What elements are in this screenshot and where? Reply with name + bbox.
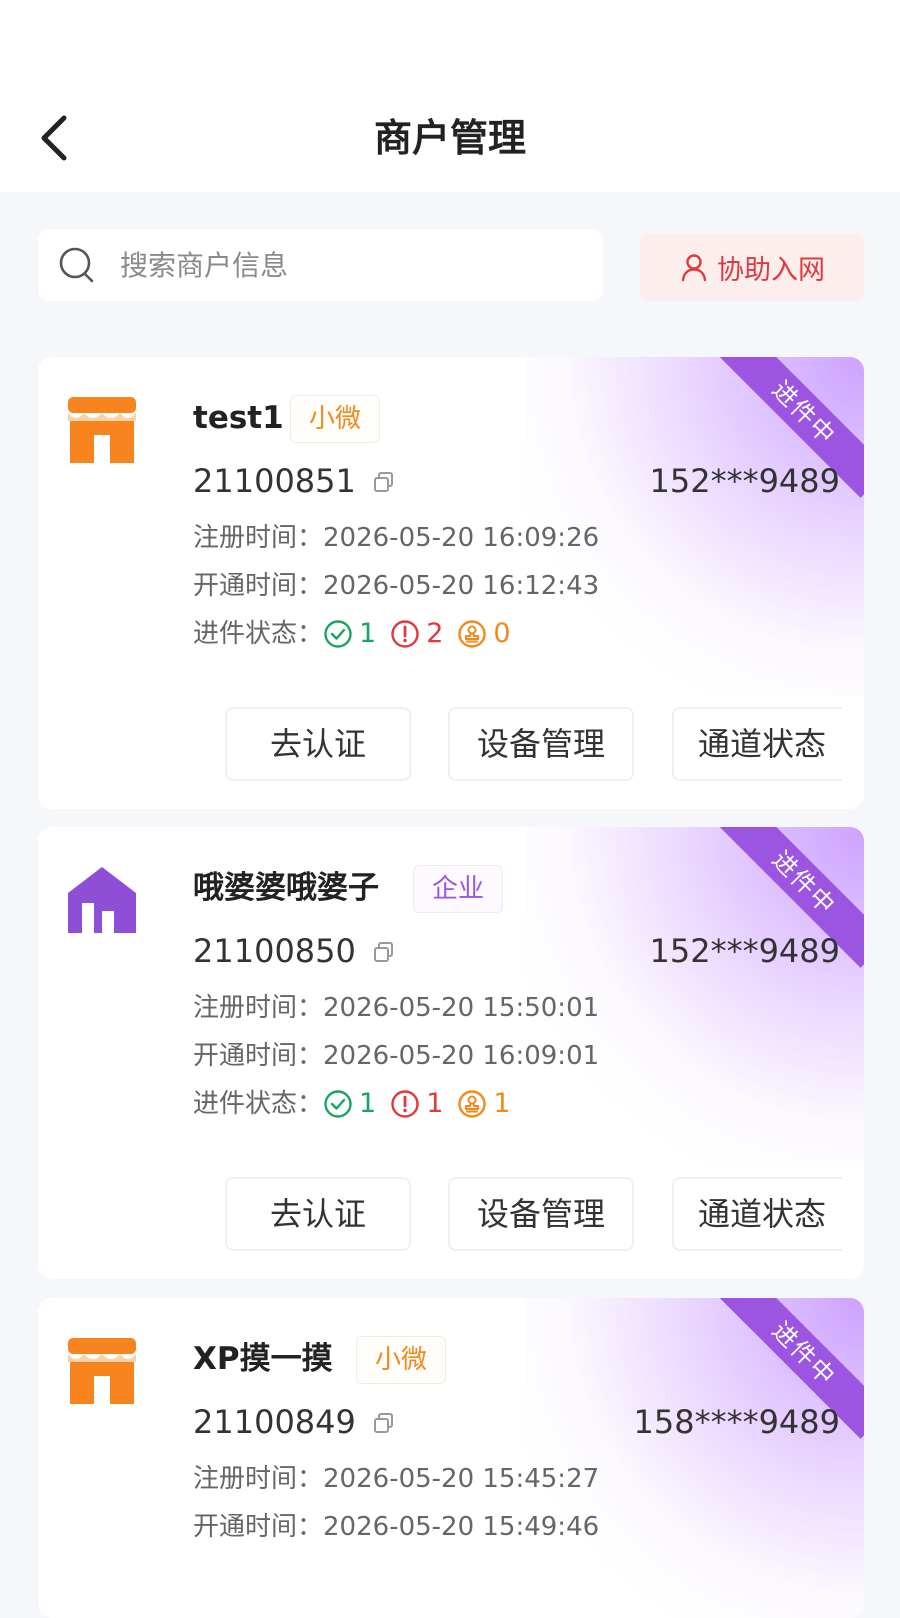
merchant-card[interactable]: 进件中 哦婆婆哦婆子 企业 21100850 152***9489 注册时间：2… <box>38 827 864 1279</box>
channel-status-button[interactable]: 通道状态 <box>672 1177 842 1251</box>
register-time-label: 注册时间： <box>193 1464 324 1494</box>
search-icon <box>59 247 94 283</box>
page-title: 商户管理 <box>373 116 526 160</box>
merchant-name: XP摸一摸 <box>193 1341 333 1377</box>
open-time-value: 2026-05-20 15:49:46 <box>323 1512 600 1542</box>
assist-onboarding-button[interactable]: 协助入网 <box>640 233 864 301</box>
merchant-id: 21100849 <box>193 1403 356 1441</box>
search-input[interactable] <box>120 248 560 282</box>
channel-status-button[interactable]: 通道状态 <box>672 707 842 781</box>
user-icon <box>681 254 707 282</box>
store-icon <box>68 1338 136 1404</box>
search-bar[interactable] <box>38 229 603 301</box>
device-management-button[interactable]: 设备管理 <box>448 1177 634 1251</box>
open-time-row: 开通时间：2026-05-20 15:49:46 <box>193 1508 599 1546</box>
assist-onboarding-label: 协助入网 <box>717 254 825 286</box>
top-bar: 商户管理 <box>0 0 900 192</box>
merchant-type-badge: 小微 <box>356 1336 447 1384</box>
open-time-label: 开通时间： <box>193 1512 324 1542</box>
merchant-phone: 158****9489 <box>633 1403 840 1441</box>
register-time-value: 2026-05-20 15:45:27 <box>323 1464 600 1494</box>
verify-button[interactable]: 去认证 <box>225 1177 411 1251</box>
copy-icon[interactable] <box>372 1411 396 1435</box>
verify-button[interactable]: 去认证 <box>225 707 411 781</box>
merchant-card[interactable]: 进件中 XP摸一摸 小微 21100849 158****9489 注册时间：2… <box>38 1298 864 1618</box>
device-management-button[interactable]: 设备管理 <box>448 707 634 781</box>
merchant-card[interactable]: 进件中 test1 小微 21100851 152***9489 注册时间：20… <box>38 357 864 809</box>
register-time-row: 注册时间：2026-05-20 15:45:27 <box>193 1460 599 1498</box>
